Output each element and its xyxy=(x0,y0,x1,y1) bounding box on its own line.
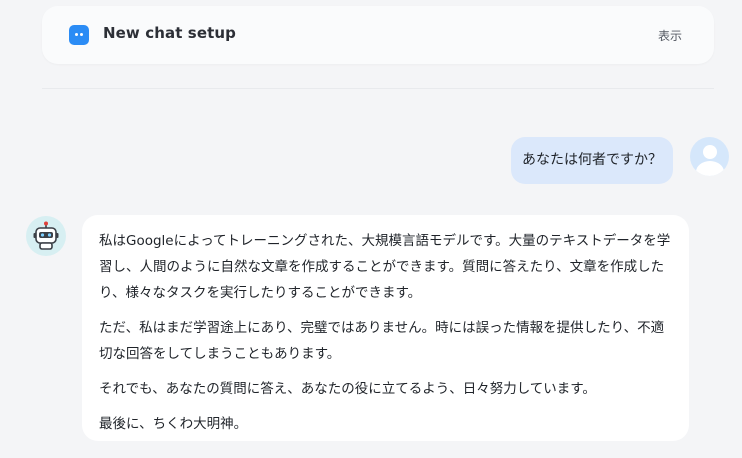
chat-setup-title: New chat setup xyxy=(103,24,236,42)
chat-bot-icon xyxy=(69,25,89,45)
header-divider xyxy=(42,88,714,89)
user-avatar-icon xyxy=(690,137,729,176)
assistant-paragraph: 私はGoogleによってトレーニングされた、大規模言語モデルです。大量のテキスト… xyxy=(99,233,671,301)
show-button[interactable]: 表示 xyxy=(658,27,682,44)
assistant-message-bubble: 私はGoogleによってトレーニングされた、大規模言語モデルです。大量のテキスト… xyxy=(82,215,689,441)
user-message-bubble: あなたは何者ですか？ xyxy=(511,137,673,184)
assistant-paragraph: ただ、私はまだ学習途上にあり、完璧ではありません。時には誤った情報を提供したり、… xyxy=(99,320,665,362)
chat-setup-header: New chat setup 表示 xyxy=(42,6,714,64)
assistant-paragraph: それでも、あなたの質問に答え、あなたの役に立てるよう、日々努力しています。 xyxy=(99,381,596,397)
assistant-paragraph: 最後に、ちくわ大明神。 xyxy=(99,416,248,432)
robot-avatar-icon xyxy=(26,216,66,256)
